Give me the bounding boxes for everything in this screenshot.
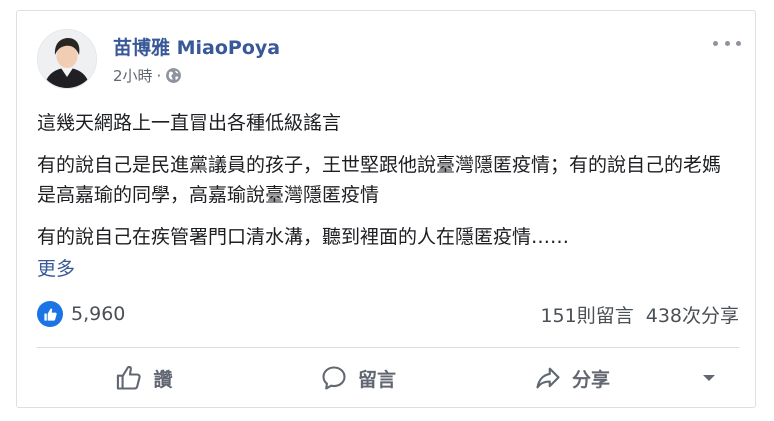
divider [37,347,739,348]
action-bar: 讚 留言 分享 [37,357,739,399]
post-paragraph: 這幾天網路上一直冒出各種低級謠言 [37,112,342,134]
reaction-summary[interactable]: 5,960 [37,301,125,327]
share-button-label: 分享 [571,368,610,391]
audience-dropdown[interactable] [679,357,739,399]
post-paragraph: 有的說自己在疾管署門口清水溝，聽到裡面的人在隱匿疫情…… [37,226,570,248]
see-more-link[interactable]: 更多 [37,254,75,284]
thumbs-up-icon [117,365,142,390]
post-text: 這幾天網路上一直冒出各種低級謠言 有的說自己是民進黨議員的孩子，王世堅跟他說臺灣… [37,108,735,284]
comment-icon [322,366,346,390]
like-reaction-icon [37,301,63,327]
avatar-image [38,30,96,88]
engagement-stats: 5,960 151則留言 438次分享 [37,299,739,329]
dot [736,40,741,46]
author-name[interactable]: 苗博雅 MiaoPoya [113,33,280,60]
avatar[interactable] [37,29,97,89]
post-card: 苗博雅 MiaoPoya 2小時 · 這幾天網路上一直冒出各種低級謠言 有的說自… [16,10,756,408]
comment-count[interactable]: 151則留言 [540,301,633,328]
comment-button[interactable]: 留言 [251,357,465,399]
like-button[interactable]: 讚 [37,357,251,399]
share-arrow-icon [536,367,560,389]
dot [724,40,730,46]
more-options-icon[interactable] [713,35,741,51]
meta-separator: · [156,66,162,85]
share-button[interactable]: 分享 [465,357,679,399]
share-count[interactable]: 438次分享 [646,301,739,328]
globe-icon[interactable] [165,67,182,84]
like-count: 5,960 [71,303,126,325]
comment-button-label: 留言 [357,368,396,391]
post-timestamp[interactable]: 2小時 [113,65,153,86]
post-meta: 2小時 · [113,65,182,86]
like-button-label: 讚 [153,368,173,391]
caret-down-icon [703,375,715,381]
dot [713,40,718,46]
post-paragraph: 有的說自己是民進黨議員的孩子，王世堅跟他說臺灣隱匿疫情；有的說自己的老媽是高嘉瑜… [37,154,722,206]
